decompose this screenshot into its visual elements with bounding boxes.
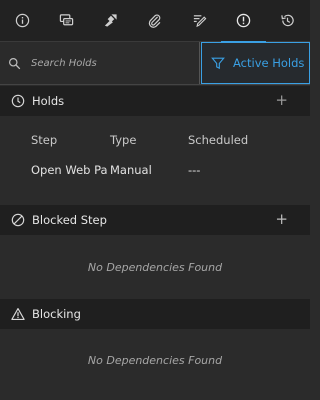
row-step: Open Web Pa bbox=[31, 163, 107, 177]
tab-tasks[interactable] bbox=[89, 0, 133, 42]
tab-comments[interactable] bbox=[44, 0, 88, 42]
blocked-step-section-header: Blocked Step + bbox=[0, 205, 310, 235]
tab-holds[interactable] bbox=[221, 0, 266, 43]
blocked-step-empty-message: No Dependencies Found bbox=[87, 261, 223, 274]
tasks-icon bbox=[105, 14, 117, 27]
warning-icon bbox=[11, 308, 25, 320]
blocking-body: No Dependencies Found bbox=[0, 329, 310, 400]
row-scheduled: --- bbox=[188, 163, 201, 177]
filter-icon bbox=[211, 57, 225, 70]
search-icon bbox=[9, 57, 21, 69]
search-row: Active Holds bbox=[0, 42, 310, 85]
blocking-title: Blocking bbox=[32, 307, 81, 321]
search-box bbox=[0, 42, 200, 84]
column-header-scheduled: Scheduled bbox=[188, 133, 249, 147]
active-holds-filter-button[interactable]: Active Holds bbox=[201, 42, 310, 84]
history-icon bbox=[281, 14, 294, 27]
column-header-type: Type bbox=[110, 133, 137, 147]
blocking-empty-message: No Dependencies Found bbox=[87, 354, 223, 367]
blocked-step-body: No Dependencies Found bbox=[0, 235, 310, 297]
tab-attachments[interactable] bbox=[133, 0, 177, 42]
info-icon bbox=[15, 13, 29, 28]
comments-icon bbox=[59, 14, 74, 26]
blocking-section-header: Blocking bbox=[0, 299, 310, 329]
holds-table: Step Type Scheduled Open Web Pa Manual -… bbox=[0, 116, 310, 204]
tab-history[interactable] bbox=[266, 0, 310, 42]
attachment-icon bbox=[149, 14, 161, 28]
blocked-step-title: Blocked Step bbox=[32, 213, 107, 227]
edit-icon bbox=[193, 15, 207, 28]
search-input[interactable] bbox=[29, 56, 193, 70]
holds-section-header: Holds + bbox=[0, 86, 310, 116]
tab-bar bbox=[0, 0, 310, 43]
tab-info[interactable] bbox=[0, 0, 44, 42]
row-type: Manual bbox=[110, 163, 152, 177]
holds-alert-icon bbox=[236, 13, 251, 28]
holds-title: Holds bbox=[32, 94, 65, 108]
clock-icon bbox=[11, 94, 25, 108]
add-blocked-step-button[interactable]: + bbox=[275, 210, 288, 228]
blocked-icon bbox=[11, 213, 25, 227]
tab-edit[interactable] bbox=[177, 0, 221, 42]
column-header-step: Step bbox=[31, 133, 58, 147]
add-hold-button[interactable]: + bbox=[275, 91, 288, 109]
filter-label: Active Holds bbox=[233, 56, 305, 70]
